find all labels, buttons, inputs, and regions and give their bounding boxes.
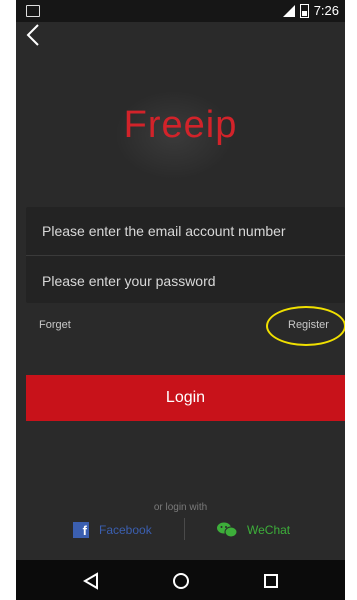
wechat-icon <box>217 522 238 538</box>
email-field[interactable]: Please enter the email account number <box>42 223 286 239</box>
facebook-icon: f <box>73 522 89 538</box>
status-time: 7:26 <box>313 3 339 18</box>
facebook-label: Facebook <box>99 523 152 537</box>
signal-icon <box>282 4 295 17</box>
forget-link[interactable]: Forget <box>39 319 71 331</box>
status-icons: 7:26 <box>282 3 339 18</box>
app-logo: Freeip <box>123 104 238 146</box>
nav-home-icon[interactable] <box>169 569 193 593</box>
register-highlight-circle <box>266 306 345 346</box>
password-field[interactable]: Please enter your password <box>42 273 216 289</box>
wechat-label: WeChat <box>247 523 291 537</box>
nav-recents-icon[interactable] <box>259 569 283 593</box>
navigation-bar <box>16 560 345 600</box>
back-arrow-icon[interactable] <box>24 22 46 48</box>
login-screen: 7:26 Freeip Please enter the email accou… <box>16 0 345 600</box>
wechat-login-button[interactable]: WeChat <box>217 520 290 540</box>
field-divider <box>26 255 345 256</box>
or-login-with-label: or login with <box>153 502 208 513</box>
battery-icon <box>299 3 309 18</box>
notification-icon <box>26 5 40 17</box>
login-button[interactable]: Login <box>26 375 345 421</box>
facebook-login-button[interactable]: f Facebook <box>73 520 152 540</box>
nav-back-icon[interactable] <box>79 569 103 593</box>
status-bar: 7:26 <box>16 0 345 22</box>
social-divider <box>184 518 185 540</box>
